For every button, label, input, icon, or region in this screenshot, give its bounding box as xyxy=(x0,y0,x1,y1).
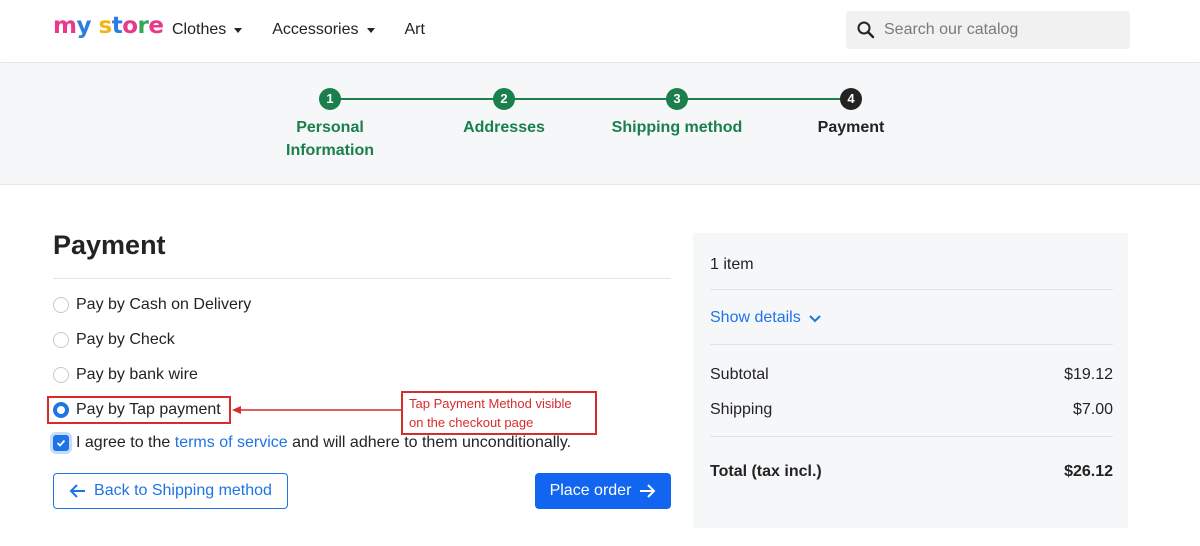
step-label: Payment xyxy=(817,119,885,136)
step-label: Shipping method xyxy=(611,119,743,136)
payment-option-label: Pay by bank wire xyxy=(76,366,198,383)
nav-art-label: Art xyxy=(404,21,425,38)
payment-option-label: Pay by Check xyxy=(76,331,175,348)
shipping-label: Shipping xyxy=(710,401,773,418)
divider xyxy=(710,436,1113,437)
shipping-value: $7.00 xyxy=(1072,401,1113,418)
search-box xyxy=(846,11,1130,49)
chevron-down-icon xyxy=(809,315,821,323)
show-details-label: Show details xyxy=(710,309,801,326)
step-personal-information[interactable]: 1 Personal Information xyxy=(260,88,400,162)
nav-clothes-label: Clothes xyxy=(172,21,227,38)
radio-button[interactable] xyxy=(53,297,69,313)
checkmark-icon xyxy=(56,439,66,447)
search-icon[interactable] xyxy=(856,20,876,40)
items-count: 1 item xyxy=(710,256,754,273)
step-payment: 4 Payment xyxy=(781,88,921,139)
payment-option-check[interactable]: Pay by Check xyxy=(53,331,175,349)
caret-down-icon xyxy=(366,27,375,33)
subtotal-row: Subtotal $19.12 xyxy=(710,366,1113,384)
step-number: 3 xyxy=(666,88,688,110)
terms-agreement: I agree to the terms of service and will… xyxy=(53,434,571,452)
nav-clothes[interactable]: Clothes xyxy=(172,21,243,39)
divider xyxy=(710,344,1113,345)
terms-suffix: and will adhere to them unconditionally. xyxy=(292,434,572,451)
arrow-right-icon xyxy=(640,484,656,498)
annotation-line: Tap Payment Method visible xyxy=(409,396,572,411)
nav-accessories-label: Accessories xyxy=(272,21,359,38)
total-label: Total (tax incl.) xyxy=(710,463,822,480)
shipping-row: Shipping $7.00 xyxy=(710,401,1113,419)
payment-option-label: Pay by Cash on Delivery xyxy=(76,296,252,313)
site-header: my store Clothes Accessories Art xyxy=(0,0,1200,63)
terms-checkbox[interactable] xyxy=(53,435,69,451)
payment-option-cash[interactable]: Pay by Cash on Delivery xyxy=(53,296,251,314)
store-logo[interactable]: my store xyxy=(53,13,164,39)
caret-down-icon xyxy=(234,27,243,33)
total-row: Total (tax incl.) $26.12 xyxy=(710,463,1113,481)
terms-of-service-link[interactable]: terms of service xyxy=(175,434,288,452)
annotation-line: on the checkout page xyxy=(409,415,534,430)
steps-progress-line xyxy=(330,98,850,100)
back-button-label: Back to Shipping method xyxy=(94,482,272,499)
divider xyxy=(53,278,671,279)
payment-option-bank-wire[interactable]: Pay by bank wire xyxy=(53,366,198,384)
subtotal-value: $19.12 xyxy=(1064,366,1113,383)
checkout-steps xyxy=(0,64,1200,185)
place-order-button[interactable]: Place order xyxy=(535,473,671,509)
place-order-label: Place order xyxy=(549,482,632,499)
back-to-shipping-button[interactable]: Back to Shipping method xyxy=(53,473,288,509)
highlight-box xyxy=(47,396,231,424)
items-count-row: 1 item xyxy=(710,256,1113,274)
arrow-left-icon xyxy=(69,484,86,498)
annotation-callout: Tap Payment Method visible on the checko… xyxy=(401,391,597,435)
step-number: 4 xyxy=(840,88,862,110)
nav-accessories[interactable]: Accessories xyxy=(272,21,375,39)
step-addresses[interactable]: 2 Addresses xyxy=(434,88,574,139)
step-label: Addresses xyxy=(463,119,545,136)
step-shipping-method[interactable]: 3 Shipping method xyxy=(607,88,747,139)
order-summary: 1 item Show details Subtotal $19.12 Ship… xyxy=(693,233,1128,528)
annotation-arrow-icon xyxy=(232,406,402,414)
search-input[interactable] xyxy=(884,21,1114,39)
step-number: 1 xyxy=(319,88,341,110)
divider xyxy=(710,289,1113,290)
nav-art[interactable]: Art xyxy=(405,21,425,39)
subtotal-label: Subtotal xyxy=(710,366,769,383)
total-value: $26.12 xyxy=(1064,463,1113,480)
show-details-toggle[interactable]: Show details xyxy=(710,309,1113,327)
radio-button[interactable] xyxy=(53,367,69,383)
radio-button[interactable] xyxy=(53,332,69,348)
terms-prefix: I agree to the xyxy=(76,434,171,451)
payment-title: Payment xyxy=(53,230,166,260)
step-label: Personal Information xyxy=(286,119,374,159)
step-number: 2 xyxy=(493,88,515,110)
main-nav: Clothes Accessories Art xyxy=(172,21,455,39)
